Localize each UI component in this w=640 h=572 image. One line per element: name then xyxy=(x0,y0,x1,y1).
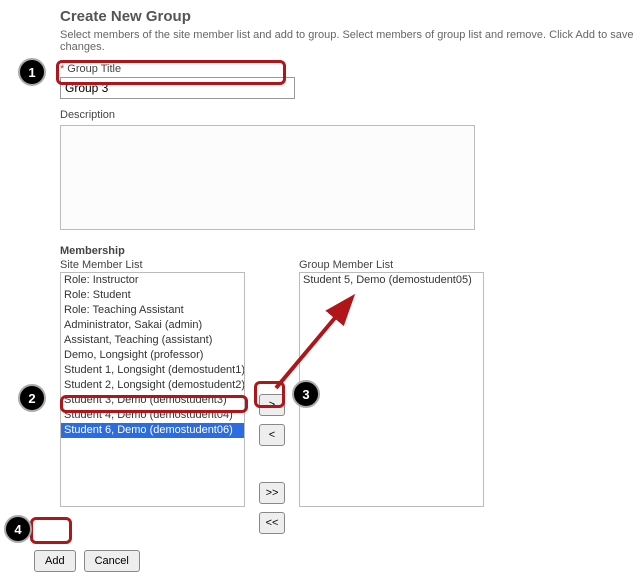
list-item[interactable]: Student 2, Longsight (demostudent2) xyxy=(61,378,244,393)
add-button[interactable]: Add xyxy=(34,550,76,572)
list-item[interactable]: Role: Student xyxy=(61,288,244,303)
group-title-label: *Group Title xyxy=(60,63,640,75)
annotation-badge-2: 2 xyxy=(18,384,46,412)
page-title: Create New Group xyxy=(60,8,640,25)
description-label: Description xyxy=(60,109,640,121)
list-item[interactable]: Role: Instructor xyxy=(61,273,244,288)
group-member-list[interactable]: Student 5, Demo (demostudent05) xyxy=(299,272,484,507)
annotation-badge-1: 1 xyxy=(18,58,46,86)
list-item[interactable]: Student 6, Demo (demostudent06) xyxy=(61,423,244,438)
move-all-right-button[interactable]: >> xyxy=(259,482,285,504)
move-right-button[interactable]: > xyxy=(259,394,285,416)
annotation-badge-4: 4 xyxy=(4,515,32,543)
list-item[interactable]: Student 1, Longsight (demostudent1) xyxy=(61,363,244,378)
list-item[interactable]: Student 5, Demo (demostudent05) xyxy=(300,273,483,288)
list-item[interactable]: Assistant, Teaching (assistant) xyxy=(61,333,244,348)
page-subtitle: Select members of the site member list a… xyxy=(60,29,640,53)
list-item[interactable]: Role: Teaching Assistant xyxy=(61,303,244,318)
list-item[interactable]: Administrator, Sakai (admin) xyxy=(61,318,244,333)
move-all-left-button[interactable]: << xyxy=(259,512,285,534)
cancel-button[interactable]: Cancel xyxy=(84,550,140,572)
move-left-button[interactable]: < xyxy=(259,424,285,446)
membership-label: Membership xyxy=(60,245,640,257)
annotation-badge-3: 3 xyxy=(292,380,320,408)
group-title-input[interactable] xyxy=(60,77,295,99)
list-item[interactable]: Student 4, Demo (demostudent04) xyxy=(61,408,244,423)
group-member-list-label: Group Member List xyxy=(299,259,484,271)
required-star: * xyxy=(60,63,64,75)
site-member-list-label: Site Member List xyxy=(60,259,245,271)
list-item[interactable]: Demo, Longsight (professor) xyxy=(61,348,244,363)
site-member-list[interactable]: Role: InstructorRole: StudentRole: Teach… xyxy=(60,272,245,507)
list-item[interactable]: Student 3, Demo (demostudent3) xyxy=(61,393,244,408)
description-textarea[interactable] xyxy=(60,125,475,230)
